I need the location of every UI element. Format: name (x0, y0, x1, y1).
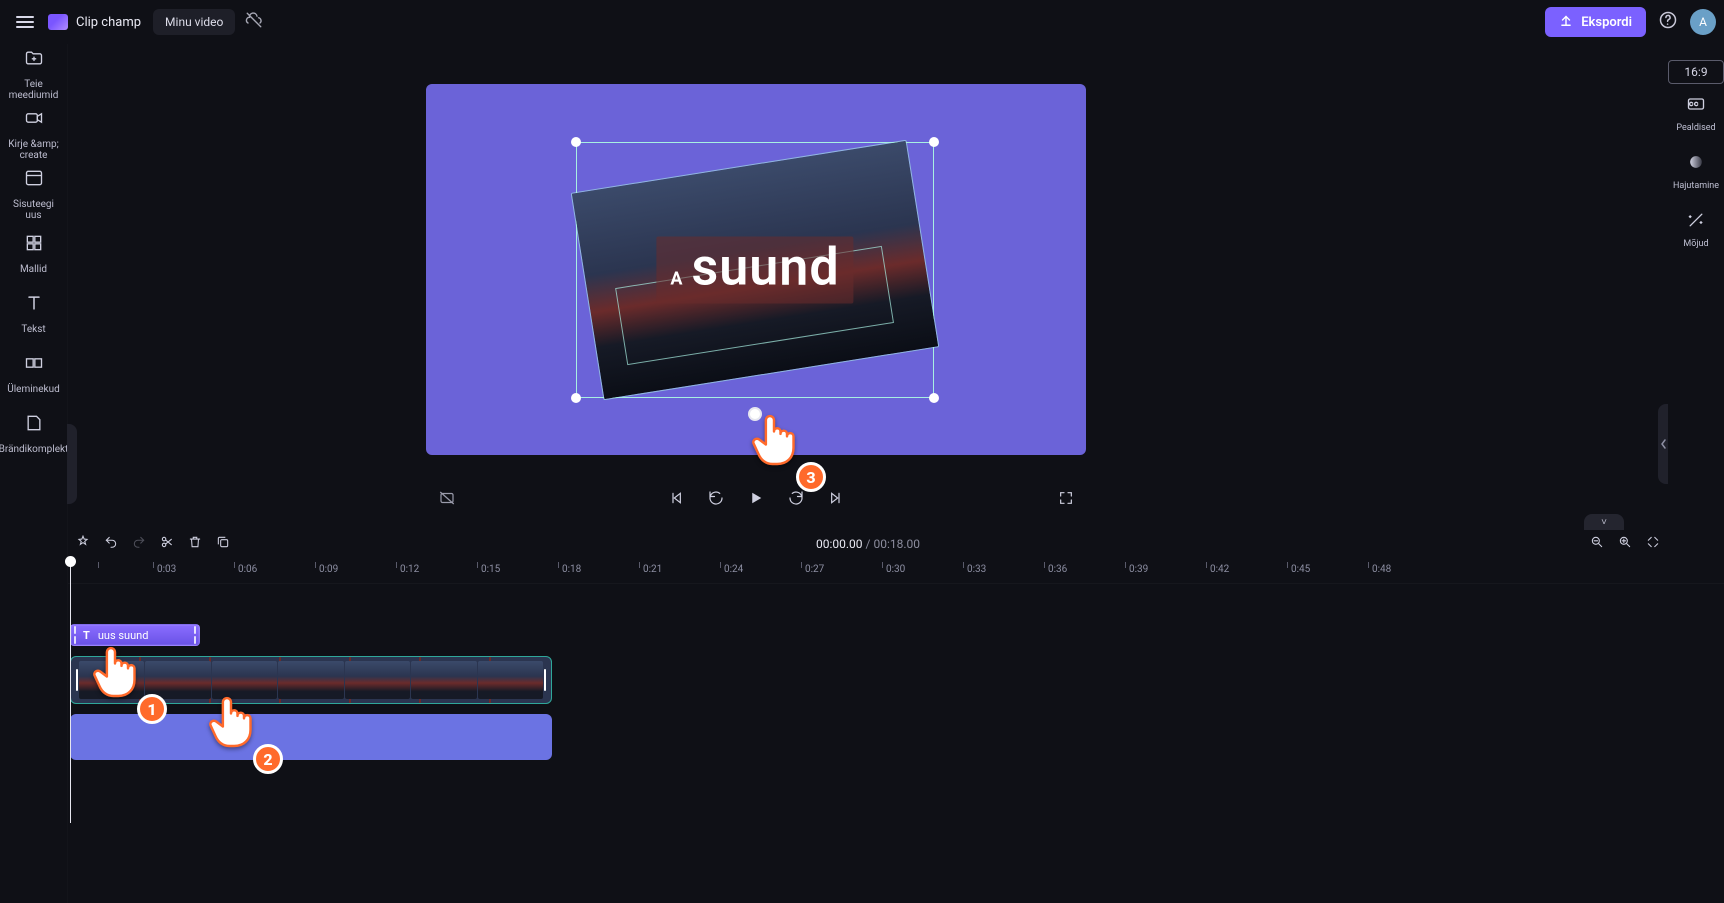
sidebar-item-brand[interactable]: Brändikomplekt (0, 404, 67, 464)
captions-button[interactable]: Pealdised (1668, 94, 1724, 152)
text-clip[interactable]: T uus suund (70, 624, 200, 646)
sidebar-item-text[interactable]: Tekst (0, 284, 67, 344)
sidebar-item-media[interactable]: Teie meediumid (0, 44, 67, 104)
sidebar-item-label: Mallid (20, 264, 47, 275)
upload-icon (1559, 13, 1573, 31)
aspect-ratio-label: 16:9 (1684, 65, 1707, 79)
play-button[interactable] (747, 489, 765, 512)
text-icon (24, 293, 44, 318)
right-sidebar: 16:9 Pealdised Hajutamine Mõjud (1668, 44, 1724, 464)
zoom-out-button[interactable] (1590, 535, 1604, 553)
text-icon: T (79, 629, 94, 642)
sidebar-item-label: Tekst (21, 324, 45, 335)
skip-end-button[interactable] (827, 490, 843, 510)
fullscreen-button[interactable] (1058, 490, 1074, 510)
clip-grip-left[interactable] (71, 626, 79, 644)
forward-5-button[interactable] (787, 489, 805, 511)
sidebar-item-label: Teie meediumid (4, 79, 63, 101)
sidebar-item-library[interactable]: Sisuteegiuus (0, 164, 67, 224)
delete-button[interactable] (188, 535, 202, 553)
help-button[interactable] (1658, 10, 1678, 34)
duration: 00:18.00 (873, 537, 920, 551)
sidebar-item-label: Kirje &amp;create (8, 139, 58, 161)
resize-handle-tl[interactable] (571, 137, 581, 147)
redo-button[interactable] (132, 535, 146, 553)
menu-button[interactable] (8, 10, 42, 34)
project-title[interactable]: Minu video (153, 9, 235, 35)
grid-icon (24, 233, 44, 258)
left-sidebar: Teie meediumid Kirje &amp;create Sisutee… (0, 44, 68, 903)
avatar-initial: A (1699, 15, 1707, 29)
rotate-handle[interactable] (748, 407, 762, 421)
time-display: 00:00.00 / 00:18.00 (816, 537, 920, 551)
magic-icon (1686, 210, 1706, 235)
clip-grip-right[interactable] (541, 657, 549, 703)
avatar[interactable]: A (1690, 9, 1716, 35)
sidebar-item-templates[interactable]: Mallid (0, 224, 67, 284)
selection-box[interactable]: A suund (576, 142, 934, 398)
brand-icon (24, 413, 44, 438)
text-small: A (670, 269, 683, 290)
left-collapse-handle[interactable] (67, 424, 77, 504)
transition-icon (24, 353, 44, 378)
right-collapse-handle[interactable] (1658, 404, 1668, 484)
export-label: Ekspordi (1581, 15, 1632, 30)
cc-icon (1686, 94, 1706, 119)
sidebar-item-label: Üleminekud (7, 384, 59, 395)
timeline-tracks: T uus suund (68, 584, 1724, 780)
clip-grip-right[interactable] (191, 626, 199, 644)
video-thumbnails (79, 661, 543, 699)
library-icon (24, 168, 44, 193)
resize-handle-tr[interactable] (929, 137, 939, 147)
right-item-label: Pealdised (1676, 123, 1715, 133)
cloud-off-icon[interactable] (245, 11, 263, 33)
rewind-5-button[interactable] (707, 489, 725, 511)
right-item-label: Mõjud (1683, 239, 1708, 249)
zoom-fit-button[interactable] (1646, 535, 1660, 553)
fade-icon (1686, 152, 1706, 177)
timeline[interactable]: 0:030:060:090:120:150:180:210:240:270:30… (68, 562, 1724, 903)
camera-icon (24, 108, 44, 133)
export-button[interactable]: Ekspordi (1545, 7, 1646, 37)
safe-zones-button[interactable] (438, 489, 456, 511)
sidebar-item-label: Sisuteegiuus (13, 199, 54, 221)
topbar: Clip champ Minu video Ekspordi A (0, 0, 1724, 44)
fade-button[interactable]: Hajutamine (1668, 152, 1724, 210)
zoom-in-button[interactable] (1618, 535, 1632, 553)
preview-controls (426, 478, 1086, 522)
sidebar-item-label: Brändikomplekt (0, 444, 68, 455)
text-clip-label: uus suund (94, 629, 149, 642)
sidebar-item-transitions[interactable]: Üleminekud (0, 344, 67, 404)
duplicate-button[interactable] (216, 535, 230, 553)
preview-canvas[interactable]: A suund (426, 84, 1086, 455)
text-overlay[interactable]: A suund (656, 237, 853, 304)
timeline-toolbar: 00:00.00 / 00:18.00 (68, 526, 1668, 562)
aspect-ratio-chip[interactable]: 16:9 (1668, 60, 1724, 84)
video-clip[interactable] (70, 656, 552, 704)
brand-logo-icon (48, 14, 68, 30)
split-button[interactable] (160, 535, 174, 553)
sidebar-item-record[interactable]: Kirje &amp;create (0, 104, 67, 164)
undo-button[interactable] (104, 535, 118, 553)
background-clip[interactable] (70, 714, 552, 760)
resize-handle-bl[interactable] (571, 393, 581, 403)
playhead[interactable] (70, 558, 71, 823)
folder-plus-icon (24, 48, 44, 73)
timeline-ruler[interactable]: 0:030:060:090:120:150:180:210:240:270:30… (68, 562, 1724, 584)
brand: Clip champ (48, 14, 141, 30)
auto-button[interactable] (76, 535, 90, 553)
brand-name: Clip champ (76, 15, 141, 30)
text-big: suund (691, 237, 839, 298)
right-item-label: Hajutamine (1673, 181, 1719, 191)
skip-start-button[interactable] (669, 490, 685, 510)
resize-handle-br[interactable] (929, 393, 939, 403)
effects-button[interactable]: Mõjud (1668, 210, 1724, 268)
current-time: 00:00.00 (816, 537, 863, 551)
